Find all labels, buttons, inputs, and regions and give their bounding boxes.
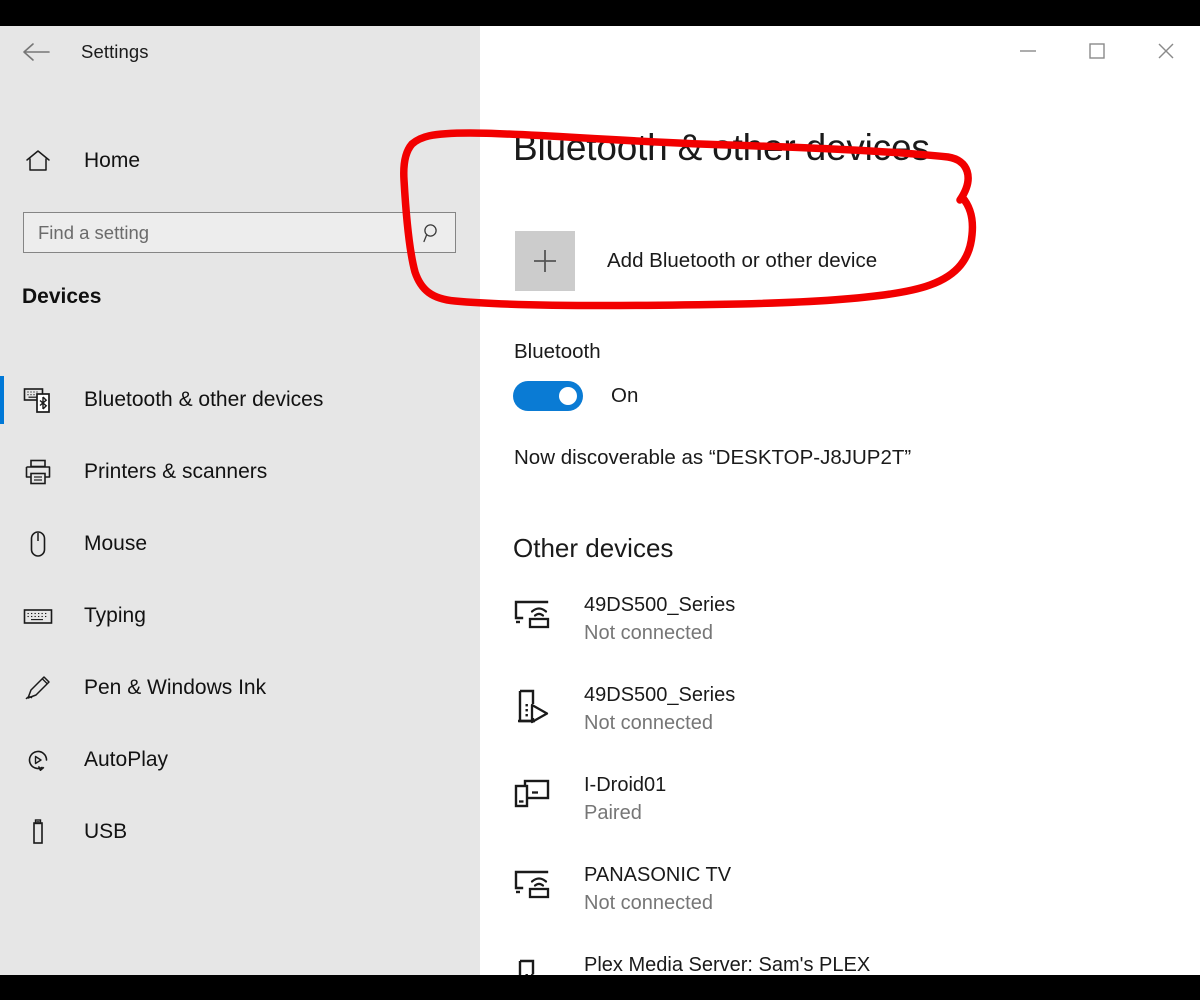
device-name: PANASONIC TV — [584, 864, 731, 886]
device-info: 49DS500_Series Not connected — [584, 592, 735, 648]
screen: Settings Home — [0, 0, 1200, 1000]
device-status: Not connected — [584, 892, 713, 914]
discoverable-text: Now discoverable as “DESKTOP-J8JUP2T” — [514, 446, 911, 470]
cast-display-icon — [513, 862, 565, 902]
sidebar-item-label: USB — [84, 820, 127, 844]
device-status: Not connected — [584, 712, 713, 734]
sidebar-item-usb[interactable]: USB — [0, 796, 480, 868]
selection-accent-bar — [0, 376, 4, 424]
minimize-button[interactable] — [993, 26, 1062, 76]
settings-window: Settings Home — [0, 26, 1200, 975]
main-content: Bluetooth & other devices Add Bluetooth … — [480, 26, 1200, 975]
close-icon — [1155, 40, 1177, 62]
device-status: Paired — [584, 802, 642, 824]
device-name: 49DS500_Series — [584, 594, 735, 616]
list-item[interactable]: 49DS500_Series Not connected — [513, 673, 1173, 763]
search-input[interactable] — [24, 212, 409, 253]
device-status: Not connected — [584, 622, 713, 644]
usb-icon — [17, 818, 59, 846]
sidebar-item-typing[interactable]: Typing — [0, 580, 480, 652]
sidebar-item-printers-scanners[interactable]: Printers & scanners — [0, 436, 480, 508]
device-info: PANASONIC TV Not connected — [584, 862, 731, 918]
search-icon[interactable] — [409, 213, 455, 252]
phone-and-display-icon — [513, 772, 565, 812]
bluetooth-toggle-state: On — [611, 384, 638, 408]
sidebar-item-label: Bluetooth & other devices — [84, 388, 323, 412]
maximize-button[interactable] — [1062, 26, 1131, 76]
bluetooth-toggle[interactable] — [513, 381, 583, 411]
media-stream-icon — [513, 682, 565, 726]
bluetooth-toggle-row: On — [513, 381, 638, 411]
other-devices-list: 49DS500_Series Not connected — [513, 583, 1173, 975]
printer-icon — [17, 458, 59, 486]
sidebar-item-mouse[interactable]: Mouse — [0, 508, 480, 580]
mouse-icon — [17, 530, 59, 558]
media-stream-icon — [513, 952, 565, 975]
sidebar-section-heading: Devices — [22, 285, 101, 309]
app-title: Settings — [81, 41, 149, 63]
sidebar-item-label: Pen & Windows Ink — [84, 676, 266, 700]
device-info: 49DS500_Series Not connected — [584, 682, 735, 738]
sidebar-item-label: Mouse — [84, 532, 147, 556]
device-name: 49DS500_Series — [584, 684, 735, 706]
sidebar-item-pen-windows-ink[interactable]: Pen & Windows Ink — [0, 652, 480, 724]
device-name: I-Droid01 — [584, 774, 666, 796]
window-controls — [993, 26, 1200, 76]
close-button[interactable] — [1131, 26, 1200, 76]
sidebar-item-autoplay[interactable]: AutoPlay — [0, 724, 480, 796]
list-item[interactable]: Plex Media Server: Sam's PLEX Not connec… — [513, 943, 1173, 975]
sidebar-item-label: Typing — [84, 604, 146, 628]
other-devices-heading: Other devices — [513, 533, 673, 564]
plus-icon — [515, 231, 575, 291]
sidebar-item-label: AutoPlay — [84, 748, 168, 772]
add-bluetooth-device-label: Add Bluetooth or other device — [607, 249, 877, 273]
back-button[interactable] — [14, 30, 60, 74]
toggle-knob — [559, 387, 577, 405]
bluetooth-section-label: Bluetooth — [514, 340, 601, 364]
keyboard-icon — [17, 606, 59, 626]
sidebar-item-bluetooth-other-devices[interactable]: Bluetooth & other devices — [0, 364, 480, 436]
list-item[interactable]: PANASONIC TV Not connected — [513, 853, 1173, 943]
sidebar: Settings Home — [0, 26, 480, 975]
sidebar-nav-list: Bluetooth & other devices Printers & — [0, 364, 480, 868]
search-box[interactable] — [23, 212, 456, 253]
sidebar-item-home[interactable]: Home — [0, 138, 480, 184]
bluetooth-devices-icon — [17, 386, 59, 414]
sidebar-titlebar: Settings — [0, 26, 149, 78]
device-name: Plex Media Server: Sam's PLEX — [584, 954, 870, 975]
device-info: I-Droid01 Paired — [584, 772, 666, 828]
list-item[interactable]: I-Droid01 Paired — [513, 763, 1173, 853]
sidebar-item-label: Printers & scanners — [84, 460, 267, 484]
pen-icon — [17, 674, 59, 702]
minimize-icon — [1017, 45, 1039, 57]
add-bluetooth-device-button[interactable]: Add Bluetooth or other device — [515, 205, 935, 317]
sidebar-item-home-label: Home — [84, 149, 140, 173]
cast-display-icon — [513, 592, 565, 632]
maximize-icon — [1086, 40, 1108, 62]
list-item[interactable]: 49DS500_Series Not connected — [513, 583, 1173, 673]
device-info: Plex Media Server: Sam's PLEX Not connec… — [584, 952, 870, 975]
home-icon — [17, 149, 59, 173]
autoplay-icon — [17, 746, 59, 774]
page-title: Bluetooth & other devices — [513, 127, 930, 169]
back-arrow-icon — [22, 42, 52, 62]
